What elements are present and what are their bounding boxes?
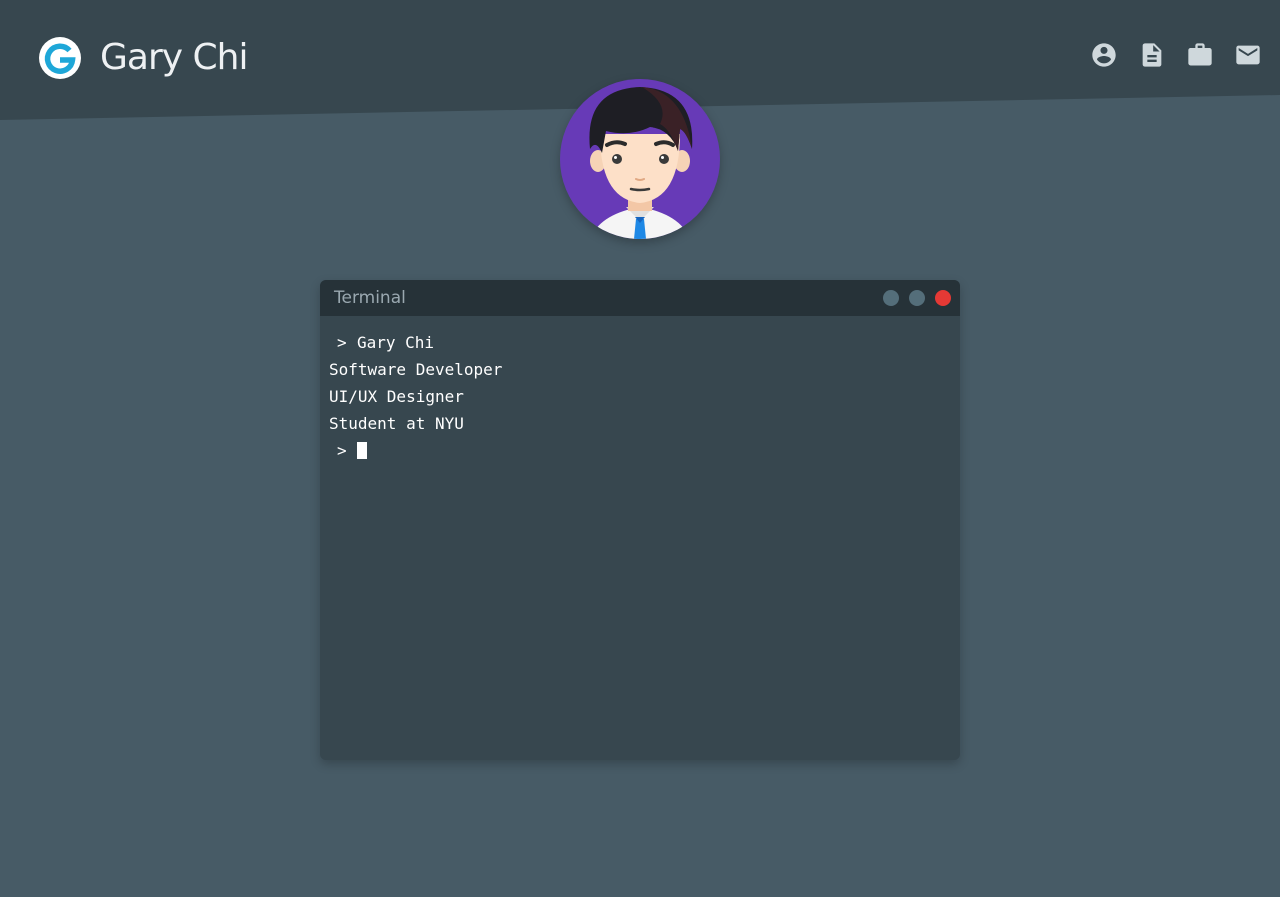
brand[interactable]: Gary Chi	[38, 36, 248, 80]
text-cursor	[357, 441, 367, 459]
terminal-title: Terminal	[334, 288, 406, 308]
nav-contact-button[interactable]	[1234, 38, 1262, 72]
input-line[interactable]: >	[329, 437, 951, 464]
terminal-window: Terminal > Gary Chi Software Developer UI…	[320, 280, 960, 760]
prompt-icon: >	[337, 441, 347, 460]
window-controls	[883, 290, 951, 306]
nav-about-button[interactable]	[1090, 38, 1118, 72]
mail-icon	[1236, 45, 1260, 65]
terminal-titlebar[interactable]: Terminal	[320, 280, 960, 316]
header-nav	[1090, 38, 1262, 72]
output-line: Student at NYU	[329, 414, 464, 433]
briefcase-icon	[1188, 43, 1212, 66]
prompt-icon: >	[337, 333, 347, 352]
output-line: UI/UX Designer	[329, 387, 464, 406]
brand-name: Gary Chi	[100, 37, 248, 78]
command-text: Gary Chi	[357, 333, 435, 352]
terminal-body[interactable]: > Gary Chi Software Developer UI/UX Desig…	[320, 316, 960, 477]
avatar	[560, 79, 720, 239]
cartoon-avatar-icon	[560, 79, 720, 239]
account-circle-icon	[1092, 43, 1116, 67]
nav-work-button[interactable]	[1186, 38, 1214, 72]
page: Gary Chi Terminal > Gary Chi Software De…	[0, 0, 1280, 897]
g-logo-icon	[39, 37, 81, 79]
minimize-button[interactable]	[883, 290, 899, 306]
close-button[interactable]	[935, 290, 951, 306]
document-icon	[1142, 43, 1162, 67]
maximize-button[interactable]	[909, 290, 925, 306]
nav-resume-button[interactable]	[1138, 38, 1166, 72]
output-line: Software Developer	[329, 360, 503, 379]
command-line: > Gary Chi	[329, 329, 951, 356]
